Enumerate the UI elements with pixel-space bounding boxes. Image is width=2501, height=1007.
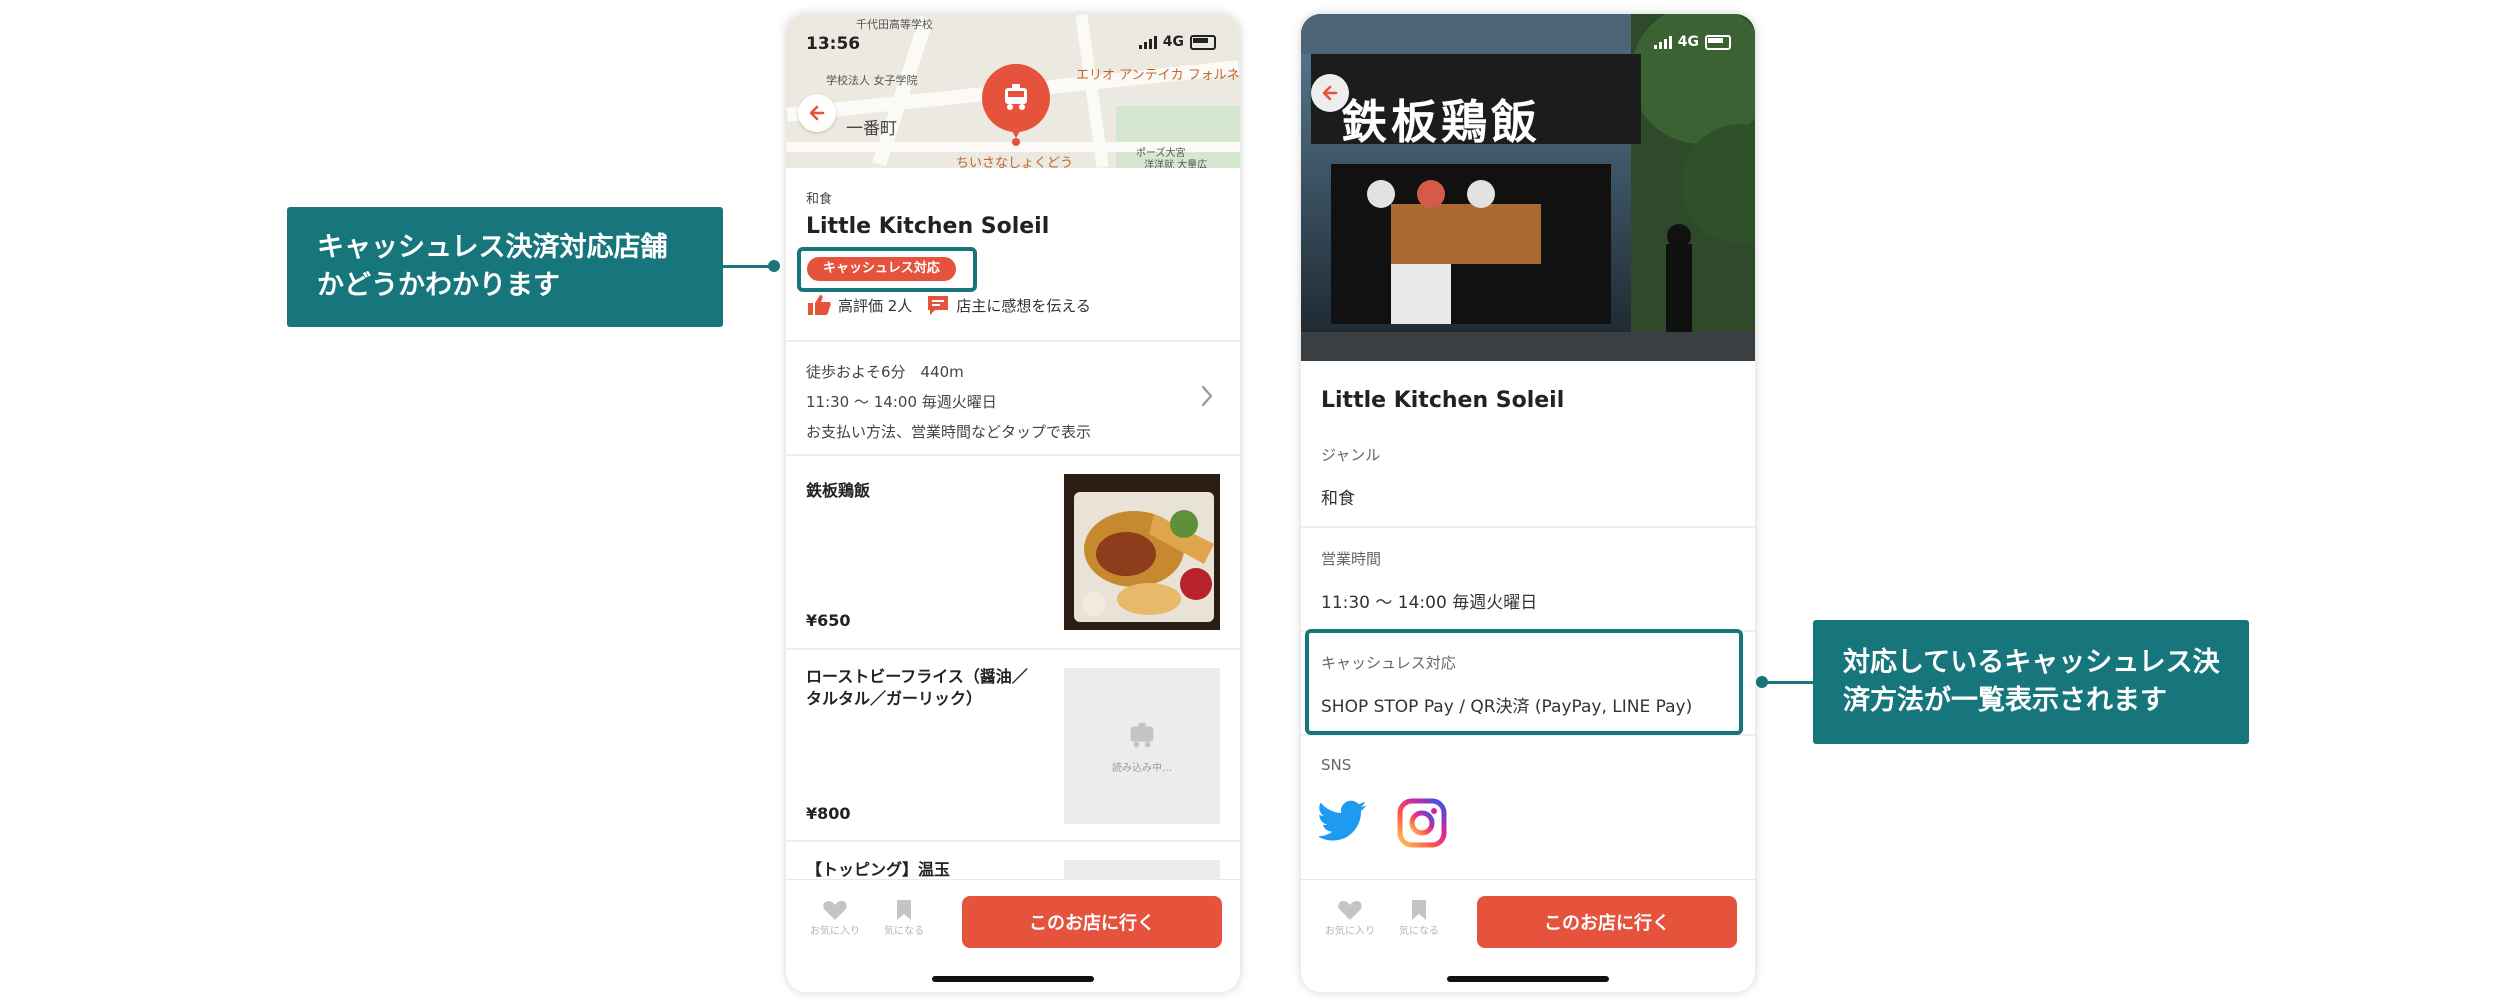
rating-text: 高評価 2人 xyxy=(838,296,913,315)
phone-shop-detail: 鉄板鶏飯 4G Little Kitchen Soleil ジャンル 和食 営業… xyxy=(1301,14,1755,992)
signal-icon xyxy=(1653,35,1672,49)
dish-photo xyxy=(1064,474,1220,630)
phone-shop-summary: 千代田高等学校 学校法人 女子学院 一番町 エリオ アンテイカ フォルネリ ちい… xyxy=(786,14,1240,992)
map-label: ちいさなしょくどう xyxy=(956,156,1074,168)
back-arrow-icon xyxy=(1322,85,1338,101)
genre-value: 和食 xyxy=(1321,489,1355,509)
heart-icon xyxy=(1338,901,1362,920)
interest-label: 気になる xyxy=(1399,926,1439,937)
truck-sign-text: 鉄板鶏飯 xyxy=(1341,95,1541,149)
food-truck-icon xyxy=(1005,84,1027,110)
menu-item-price: ¥800 xyxy=(806,804,851,823)
divider xyxy=(786,648,1240,650)
feedback-link[interactable]: 店主に感想を伝える xyxy=(956,295,1091,316)
divider xyxy=(786,840,1240,842)
shop-name: Little Kitchen Soleil xyxy=(806,214,1050,239)
genre-label: ジャンル xyxy=(1321,446,1381,464)
bookmark-icon xyxy=(897,900,911,920)
highlight-cashless-section xyxy=(1305,629,1743,735)
callout-cashless-methods: 対応しているキャッシュレス決 済方法が一覧表示されます xyxy=(1813,620,2249,744)
menu-item-photo xyxy=(1064,474,1220,630)
status-bar: 4G xyxy=(1321,34,1731,60)
hours-value: 11:30 〜 14:00 毎週火曜日 xyxy=(1321,593,1538,613)
menu-name-line: タルタル／ガーリック） xyxy=(806,689,983,708)
hours-label: 営業時間 xyxy=(1321,550,1382,568)
menu-item-name: ローストビーフライス（醤油／ タルタル／ガーリック） xyxy=(806,666,1028,710)
placeholder-text: 読み込み中… xyxy=(1112,762,1172,774)
status-right: 4G xyxy=(1653,34,1731,50)
status-time: 13:56 xyxy=(806,34,861,54)
instagram-icon[interactable] xyxy=(1397,798,1447,848)
back-button[interactable] xyxy=(1311,74,1349,112)
bookmark-icon xyxy=(1412,900,1426,920)
bottom-action-bar: お気に入り 気になる このお店に行く xyxy=(1301,879,1755,992)
chevron-right-icon[interactable] xyxy=(1200,384,1214,408)
callout-connector xyxy=(723,265,771,268)
battery-icon xyxy=(1190,34,1216,50)
food-truck-photo xyxy=(1301,14,1755,361)
map-label: 洋洋就 大量広 xyxy=(1144,160,1208,168)
callout-line: 対応しているキャッシュレス決 xyxy=(1843,647,2220,678)
menu-item-price: ¥650 xyxy=(806,611,851,630)
map-label: 学校法人 女子学院 xyxy=(826,74,918,87)
callout-dot xyxy=(768,260,780,272)
shop-pin[interactable] xyxy=(982,64,1050,132)
heart-icon xyxy=(823,901,847,920)
shop-name: Little Kitchen Soleil xyxy=(1321,388,1565,413)
comment-icon[interactable] xyxy=(926,293,950,317)
shop-hero-photo: 鉄板鶏飯 xyxy=(1301,14,1755,361)
favorite-tab[interactable]: お気に入り xyxy=(1325,898,1375,937)
callout-line: キャッシュレス決済対応店舗 xyxy=(317,232,668,263)
callout-cashless-store: キャッシュレス決済対応店舗 かどうかわかります xyxy=(287,207,723,327)
map-label: 一番町 xyxy=(846,119,897,139)
callout-line: 済方法が一覧表示されます xyxy=(1843,685,2167,716)
callout-connector xyxy=(1764,681,1813,684)
interest-label: 気になる xyxy=(884,926,924,937)
favorite-tab[interactable]: お気に入り xyxy=(810,898,860,937)
back-button[interactable] xyxy=(798,94,836,132)
signal-icon xyxy=(1138,35,1157,49)
bottom-action-bar: お気に入り 気になる このお店に行く xyxy=(786,879,1240,992)
twitter-icon[interactable] xyxy=(1319,800,1369,844)
interest-tab[interactable]: 気になる xyxy=(1399,898,1439,937)
back-arrow-icon xyxy=(809,105,825,121)
food-truck-icon xyxy=(1130,722,1154,747)
pin-tail xyxy=(1008,124,1024,138)
menu-item-name: 鉄板鶏飯 xyxy=(806,480,870,502)
status-bar: 13:56 4G xyxy=(806,34,1216,60)
sns-label: SNS xyxy=(1321,756,1352,774)
home-indicator xyxy=(1447,976,1609,982)
menu-item-name: 【トッピング】温玉 xyxy=(806,859,950,881)
divider xyxy=(786,340,1240,342)
highlight-cashless-badge xyxy=(797,247,977,292)
map-label: エリオ アンテイカ フォルネリ xyxy=(1076,68,1240,83)
go-to-shop-button[interactable]: このお店に行く xyxy=(962,896,1222,948)
thumbs-up-icon[interactable] xyxy=(806,293,832,317)
network-label: 4G xyxy=(1162,34,1184,50)
favorite-label: お気に入り xyxy=(1325,926,1375,937)
menu-item-placeholder: 読み込み中… xyxy=(1064,668,1220,824)
shop-info-summary[interactable]: 徒歩およそ6分 440m 11:30 〜 14:00 毎週火曜日 お支払い方法、… xyxy=(806,357,1091,447)
business-hours: 11:30 〜 14:00 毎週火曜日 xyxy=(806,393,997,411)
favorite-label: お気に入り xyxy=(810,926,860,937)
pin-location-dot xyxy=(1012,138,1020,146)
menu-name-line: 【トッピング】温玉 xyxy=(806,860,951,879)
rating-row: 高評価 2人 店主に感想を伝える xyxy=(806,293,1091,317)
menu-name-line: ローストビーフライス（醤油／ xyxy=(806,667,1028,686)
go-to-shop-button[interactable]: このお店に行く xyxy=(1477,896,1737,948)
walk-distance: 徒歩およそ6分 440m xyxy=(806,363,964,381)
divider xyxy=(786,454,1240,456)
status-right: 4G xyxy=(1138,34,1216,50)
interest-tab[interactable]: 気になる xyxy=(884,898,924,937)
callout-dot xyxy=(1756,676,1768,688)
map-label: 千代田高等学校 xyxy=(856,18,933,31)
callout-line: かどうかわかります xyxy=(317,270,560,301)
network-label: 4G xyxy=(1677,34,1699,50)
divider xyxy=(1301,526,1755,528)
shop-genre: 和食 xyxy=(806,192,833,207)
home-indicator xyxy=(932,976,1094,982)
menu-name-line: 鉄板鶏飯 xyxy=(806,481,871,500)
info-hint: お支払い方法、営業時間などタップで表示 xyxy=(806,423,1092,441)
battery-icon xyxy=(1705,34,1731,50)
